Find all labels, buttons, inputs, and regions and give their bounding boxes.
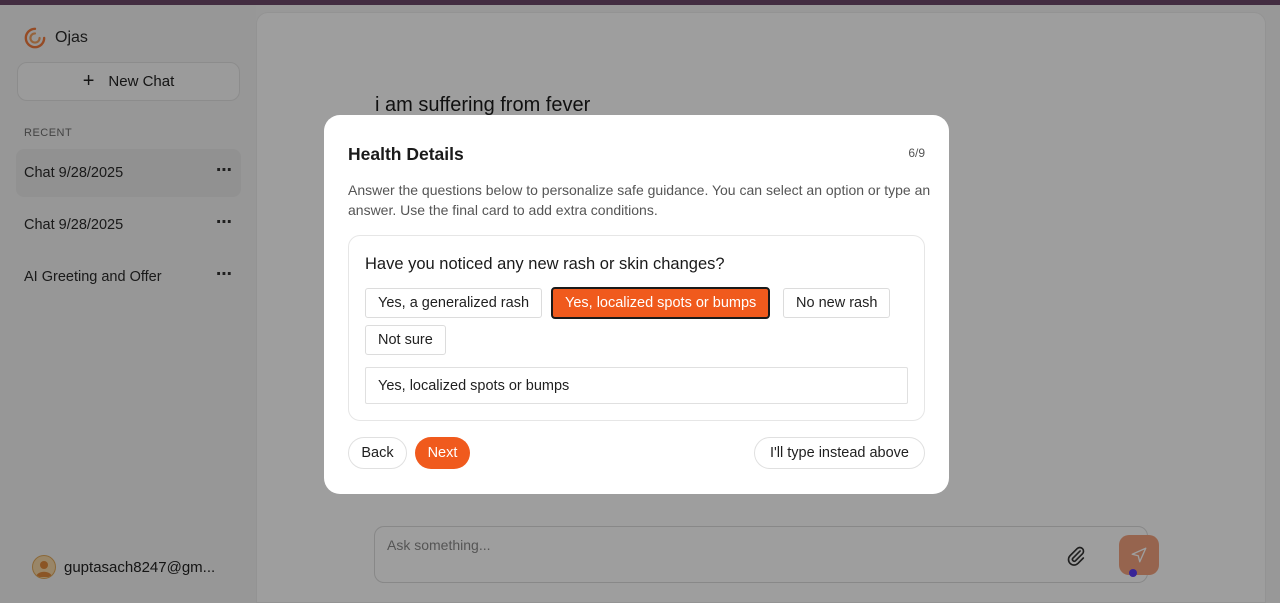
step-counter: 6/9 xyxy=(908,146,925,160)
option-button[interactable]: Yes, a generalized rash xyxy=(365,288,543,318)
answer-input[interactable]: Yes, localized spots or bumps xyxy=(365,367,908,404)
modal-title: Health Details xyxy=(348,144,464,164)
option-button[interactable]: No new rash xyxy=(783,288,891,318)
health-details-modal: Health Details 6/9 Answer the questions … xyxy=(324,115,949,494)
option-button-selected[interactable]: Yes, localized spots or bumps xyxy=(551,287,771,319)
question-text: Have you noticed any new rash or skin ch… xyxy=(365,255,725,273)
type-instead-button[interactable]: I'll type instead above xyxy=(754,437,925,469)
modal-description: Answer the questions below to personaliz… xyxy=(348,182,931,218)
option-button[interactable]: Not sure xyxy=(365,325,446,355)
back-button[interactable]: Back xyxy=(348,437,407,469)
next-button[interactable]: Next xyxy=(415,437,470,469)
question-card: Have you noticed any new rash or skin ch… xyxy=(348,235,925,421)
